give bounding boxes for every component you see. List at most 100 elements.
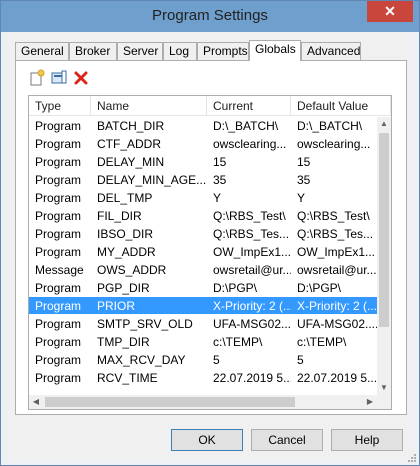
globals-list[interactable]: Type Name Current Default Value Program B… xyxy=(28,95,392,410)
cell-name: DELAY_MIN_AGE... xyxy=(97,173,207,187)
cell-type: Program xyxy=(35,353,82,367)
vertical-scrollbar[interactable]: ▲ ▼ xyxy=(377,117,391,395)
column-header-current[interactable]: Current xyxy=(207,96,291,116)
cell-default-value: owsretail@ur... xyxy=(297,263,377,277)
cell-type: Program xyxy=(35,227,82,241)
cell-current: 22.07.2019 5... xyxy=(213,371,291,385)
table-row[interactable]: Program CTF_ADDR owsclearing... owsclearing… xyxy=(29,135,377,152)
cell-type: Program xyxy=(35,245,82,259)
cell-type: Program xyxy=(35,155,82,169)
cell-default-value: D:\PGP\ xyxy=(297,281,342,295)
close-icon: ✕ xyxy=(384,3,396,19)
table-row[interactable]: Program FIL_DIR Q:\RBS_Test\ Q:\RBS_Test\ xyxy=(29,207,377,224)
tab-globals[interactable]: Globals xyxy=(249,40,301,61)
edit-item-button[interactable] xyxy=(50,69,68,87)
window-title: Program Settings xyxy=(152,7,268,24)
tab-log[interactable]: Log xyxy=(163,42,197,60)
tab-advanced[interactable]: Advanced xyxy=(301,42,361,60)
cell-type: Program xyxy=(35,335,82,349)
delete-button[interactable] xyxy=(72,69,90,87)
column-header-default-value[interactable]: Default Value xyxy=(291,96,391,116)
cell-type: Program xyxy=(35,191,82,205)
globals-panel: Type Name Current Default Value Program B… xyxy=(15,60,407,415)
scroll-corner xyxy=(377,395,391,409)
table-row[interactable]: Program DEL_TMP Y Y xyxy=(29,189,377,206)
tab-general[interactable]: General xyxy=(15,42,69,60)
cell-name: OWS_ADDR xyxy=(97,263,167,277)
table-row-selected[interactable]: Program PRIOR X-Priority: 2 (... X-Priority… xyxy=(29,297,377,314)
close-button[interactable]: ✕ xyxy=(367,1,413,22)
cell-current: UFA-MSG02.... xyxy=(213,317,291,331)
cell-default-value: Y xyxy=(297,191,306,205)
cell-default-value: 22.07.2019 5... xyxy=(297,371,377,385)
cell-type: Program xyxy=(35,173,82,187)
cell-name: RCV_TIME xyxy=(97,371,158,385)
cell-type: Program xyxy=(35,137,82,151)
cell-current: 15 xyxy=(213,155,227,169)
tab-server[interactable]: Server xyxy=(117,42,163,60)
cell-current: X-Priority: 2 (... xyxy=(213,299,291,313)
column-header-name[interactable]: Name xyxy=(91,96,207,116)
table-row[interactable]: Program MAX_RCV_DAY 5 5 xyxy=(29,351,377,368)
table-row[interactable]: Program TMP_DIR c:\TEMP\ c:\TEMP\ xyxy=(29,333,377,350)
cell-name: PRIOR xyxy=(97,299,136,313)
cell-default-value: owsclearing... xyxy=(297,137,371,151)
title-bar[interactable]: Program Settings ✕ xyxy=(1,1,419,32)
cell-name: IBSO_DIR xyxy=(97,227,154,241)
tab-broker[interactable]: Broker xyxy=(69,42,117,60)
delete-icon xyxy=(74,71,88,85)
scroll-right-icon[interactable]: ▶ xyxy=(363,395,377,409)
edit-item-icon xyxy=(51,70,67,84)
cell-default-value: Q:\RBS_Test\ xyxy=(297,209,370,223)
scroll-left-icon[interactable]: ◀ xyxy=(29,395,43,409)
cell-current: D:\PGP\ xyxy=(213,281,258,295)
program-settings-dialog: Program Settings ✕ General Broker Server… xyxy=(0,0,420,466)
cell-default-value: Q:\RBS_Tes... xyxy=(297,227,374,241)
horizontal-scroll-thumb[interactable] xyxy=(45,397,295,407)
vertical-scroll-thumb[interactable] xyxy=(379,133,389,327)
cell-name: PGP_DIR xyxy=(97,281,150,295)
table-row[interactable]: Message OWS_ADDR owsretail@ur... owsretail@… xyxy=(29,261,377,278)
table-row[interactable]: Program BATCH_DIR D:\_BATCH\ D:\_BATCH\ xyxy=(29,117,377,134)
cell-type: Program xyxy=(35,317,82,331)
cell-default-value: D:\_BATCH\ xyxy=(297,119,363,133)
table-row[interactable]: Program RCV_TIME 22.07.2019 5... 22.07.2019… xyxy=(29,369,377,386)
horizontal-scrollbar[interactable]: ◀ ▶ xyxy=(29,395,377,409)
table-row[interactable]: Program SMTP_SRV_OLD UFA-MSG02.... UFA-MSG0… xyxy=(29,315,377,332)
cell-default-value: UFA-MSG02.... xyxy=(297,317,377,331)
column-header-type[interactable]: Type xyxy=(29,96,91,116)
resize-grip-icon[interactable] xyxy=(407,453,417,463)
scroll-down-icon[interactable]: ▼ xyxy=(377,381,391,395)
cell-name: TMP_DIR xyxy=(97,335,150,349)
new-item-button[interactable] xyxy=(28,69,46,87)
cell-current: Q:\RBS_Tes... xyxy=(213,227,290,241)
cell-default-value: OW_ImpEx1... xyxy=(297,245,376,259)
table-row[interactable]: Program DELAY_MIN 15 15 xyxy=(29,153,377,170)
list-rows: Program BATCH_DIR D:\_BATCH\ D:\_BATCH\ Prog… xyxy=(29,117,377,395)
list-header: Type Name Current Default Value xyxy=(29,96,391,116)
tab-prompts[interactable]: Prompts xyxy=(197,42,249,60)
cell-default-value: X-Priority: 2 (... xyxy=(297,299,377,313)
table-row[interactable]: Program DELAY_MIN_AGE... 35 35 xyxy=(29,171,377,188)
cell-current: Y xyxy=(213,191,222,205)
cell-current: owsretail@ur... xyxy=(213,263,291,277)
table-row[interactable]: Program PGP_DIR D:\PGP\ D:\PGP\ xyxy=(29,279,377,296)
help-button[interactable]: Help xyxy=(331,429,403,451)
cell-name: MY_ADDR xyxy=(97,245,156,259)
cell-type: Program xyxy=(35,299,82,313)
cell-name: BATCH_DIR xyxy=(97,119,165,133)
cell-name: SMTP_SRV_OLD xyxy=(97,317,193,331)
cell-type: Program xyxy=(35,209,82,223)
cell-default-value: 5 xyxy=(297,353,304,367)
scroll-up-icon[interactable]: ▲ xyxy=(377,117,391,131)
cell-current: OW_ImpEx1... xyxy=(213,245,291,259)
ok-button[interactable]: OK xyxy=(171,429,243,451)
cell-name: MAX_RCV_DAY xyxy=(97,353,186,367)
cell-current: owsclearing... xyxy=(213,137,287,151)
table-row[interactable]: Program MY_ADDR OW_ImpEx1... OW_ImpEx1... xyxy=(29,243,377,260)
cell-default-value: 35 xyxy=(297,173,311,187)
table-row[interactable]: Program IBSO_DIR Q:\RBS_Tes... Q:\RBS_Tes..… xyxy=(29,225,377,242)
cell-current: 5 xyxy=(213,353,220,367)
cancel-button[interactable]: Cancel xyxy=(251,429,323,451)
cell-default-value: c:\TEMP\ xyxy=(297,335,347,349)
